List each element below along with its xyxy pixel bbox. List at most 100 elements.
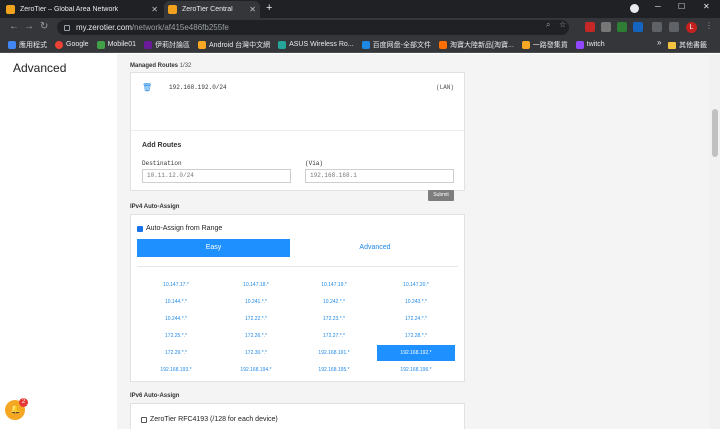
tab-title: ZeroTier – Global Area Network bbox=[20, 6, 119, 13]
search-icon[interactable]: ⌕ bbox=[546, 20, 550, 30]
divider bbox=[137, 266, 458, 267]
ip-pool-option[interactable]: 172.23.*.* bbox=[295, 311, 373, 327]
extension-icon[interactable] bbox=[601, 22, 611, 32]
browser-tab[interactable]: ZeroTier – Global Area Network ✕ bbox=[2, 1, 162, 18]
folder-icon bbox=[198, 40, 206, 49]
extension-icon[interactable] bbox=[585, 22, 595, 32]
destination-label: Destination bbox=[142, 160, 182, 167]
browser-tab-active[interactable]: ZeroTier Central ✕ bbox=[164, 1, 260, 18]
submit-button[interactable]: Submit bbox=[428, 190, 454, 201]
ip-pool-option[interactable]: 172.26.*.* bbox=[217, 328, 295, 344]
ip-pool-option[interactable]: 192.168.195.* bbox=[295, 362, 373, 378]
managed-routes-card: 🗑 192.168.192.0/24 (LAN) Add Routes Dest… bbox=[130, 72, 465, 201]
bookmark-twitch[interactable]: twitch bbox=[575, 40, 605, 49]
minimize-icon[interactable]: ─ bbox=[655, 2, 661, 11]
ip-pool-option[interactable]: 10.147.19.* bbox=[295, 277, 373, 293]
other-bookmarks[interactable]: 其他書籤 bbox=[668, 40, 707, 50]
url-path: /network/af415e486fb255fe bbox=[131, 23, 229, 32]
ip-pool-option[interactable]: 10.241.*.* bbox=[217, 294, 295, 310]
puzzle-extensions-icon[interactable] bbox=[652, 22, 662, 32]
tab-easy[interactable]: Easy bbox=[137, 239, 290, 257]
new-tab-button[interactable]: + bbox=[266, 2, 272, 14]
ip-pool-option[interactable]: 172.25.*.* bbox=[137, 328, 215, 344]
bookmark-apps[interactable]: 應用程式 bbox=[8, 40, 47, 50]
back-icon[interactable]: ← bbox=[9, 21, 19, 32]
google-icon bbox=[55, 40, 63, 49]
bookmark-shipping[interactable]: 一路發集貨 bbox=[521, 40, 568, 50]
close-icon[interactable]: ✕ bbox=[151, 5, 158, 14]
via-input[interactable]: 192.168.168.1 bbox=[305, 169, 454, 183]
close-icon[interactable]: ✕ bbox=[249, 5, 256, 14]
ip-pool-option[interactable]: 192.168.192.* bbox=[377, 345, 455, 361]
ip-pool-option[interactable]: 10.244.*.* bbox=[137, 311, 215, 327]
ip-pool-option[interactable]: 172.28.*.* bbox=[377, 328, 455, 344]
ip-pool-option[interactable]: 10.147.20.* bbox=[377, 277, 455, 293]
forward-icon[interactable]: → bbox=[24, 21, 34, 32]
notification-button[interactable]: 🔔 2 bbox=[5, 398, 28, 420]
browser-titlebar: ZeroTier – Global Area Network ✕ ZeroTie… bbox=[0, 0, 720, 18]
bookmark-baidu[interactable]: 百度网盘-全部文件 bbox=[361, 40, 431, 50]
address-bar[interactable]: my.zerotier.com/network/af415e486fb255fe bbox=[57, 20, 569, 35]
ip-pool-option[interactable]: 10.147.18.* bbox=[217, 277, 295, 293]
page-content: Advanced Managed Routes 1/32 🗑 192.168.1… bbox=[0, 54, 710, 429]
browser-toolbar: ← → ↻ my.zerotier.com/network/af415e486f… bbox=[0, 18, 720, 37]
extension-icon[interactable] bbox=[633, 22, 643, 32]
ip-pool-option[interactable]: 192.168.193.* bbox=[137, 362, 215, 378]
ip-pool-option[interactable]: 172.27.*.* bbox=[295, 328, 373, 344]
bookmark-star-icon[interactable]: ☆ bbox=[559, 20, 566, 29]
route-destination: 192.168.192.0/24 bbox=[169, 84, 227, 91]
bookmark-asus[interactable]: ASUS Wireless Ro... bbox=[278, 40, 354, 49]
destination-input[interactable]: 10.11.12.0/24 bbox=[142, 169, 291, 183]
folder-icon bbox=[668, 41, 676, 49]
page-scrollbar[interactable] bbox=[710, 54, 720, 429]
mobile01-icon bbox=[96, 40, 105, 49]
ip-pool-option[interactable]: 10.242.*.* bbox=[295, 294, 373, 310]
reload-icon[interactable]: ↻ bbox=[40, 21, 48, 32]
extension-icon[interactable] bbox=[617, 22, 627, 32]
bookmark-mobile01[interactable]: Mobile01 bbox=[96, 40, 136, 49]
router-icon bbox=[278, 40, 287, 49]
ipv6-card: ZeroTier RFC4193 (/128 for each device) bbox=[130, 403, 465, 429]
route-row: 🗑 192.168.192.0/24 (LAN) bbox=[131, 73, 464, 131]
zerotier-favicon-icon bbox=[6, 5, 15, 14]
twitch-icon bbox=[575, 40, 584, 49]
apps-grid-icon bbox=[8, 40, 16, 49]
rfc4193-checkbox[interactable]: ZeroTier RFC4193 (/128 for each device) bbox=[141, 416, 278, 423]
managed-routes-label: Managed Routes 1/32 bbox=[130, 63, 192, 69]
ip-pool-option[interactable]: 192.168.196.* bbox=[377, 362, 455, 378]
ip-pool-option[interactable]: 10.144.*.* bbox=[137, 294, 215, 310]
menu-kebab-icon[interactable]: ⋮ bbox=[705, 21, 713, 30]
tab-advanced[interactable]: Advanced bbox=[294, 239, 456, 257]
auto-assign-checkbox[interactable]: Auto-Assign from Range bbox=[137, 225, 222, 232]
trash-icon[interactable]: 🗑 bbox=[142, 83, 152, 92]
close-window-icon[interactable]: ✕ bbox=[703, 2, 710, 11]
zerotier-favicon-icon bbox=[168, 5, 177, 14]
ipv6-section-label: IPv6 Auto-Assign bbox=[130, 393, 180, 399]
ip-pool-option[interactable]: 10.147.17.* bbox=[137, 277, 215, 293]
lock-icon bbox=[64, 24, 70, 31]
bookmarks-overflow-icon[interactable]: » bbox=[657, 38, 661, 47]
folder-icon bbox=[521, 40, 530, 49]
ip-pool-option[interactable]: 10.243.*.* bbox=[377, 294, 455, 310]
reading-list-icon[interactable] bbox=[669, 22, 679, 32]
bookmark-google[interactable]: Google bbox=[55, 40, 89, 49]
ipv4-section-label: IPv4 Auto-Assign bbox=[130, 204, 180, 210]
ip-pool-option[interactable]: 172.29.*.* bbox=[137, 345, 215, 361]
forum-icon bbox=[144, 40, 152, 49]
bookmark-android-tw[interactable]: Android 台灣中文網 bbox=[198, 40, 270, 50]
ip-pool-option[interactable]: 172.24.*.* bbox=[377, 311, 455, 327]
profile-avatar[interactable]: L bbox=[686, 22, 697, 33]
bookmark-taobao[interactable]: 淘寶大陸新品[淘寶... bbox=[439, 40, 514, 50]
bookmark-eyny[interactable]: 伊莉討論區 bbox=[144, 40, 190, 50]
scrollbar-thumb[interactable] bbox=[712, 109, 718, 157]
ip-pool-option[interactable]: 192.168.194.* bbox=[217, 362, 295, 378]
route-via: (LAN) bbox=[436, 84, 455, 91]
ip-pool-option[interactable]: 172.22.*.* bbox=[217, 311, 295, 327]
settings-sidebar: Advanced bbox=[0, 54, 117, 429]
maximize-icon[interactable]: ☐ bbox=[678, 2, 685, 11]
media-control-icon[interactable] bbox=[630, 4, 639, 13]
page-title: Advanced bbox=[13, 61, 67, 75]
ip-pool-option[interactable]: 172.30.*.* bbox=[217, 345, 295, 361]
ip-pool-option[interactable]: 192.168.191.* bbox=[295, 345, 373, 361]
ipv4-card: Auto-Assign from Range Easy Advanced 10.… bbox=[130, 214, 465, 382]
